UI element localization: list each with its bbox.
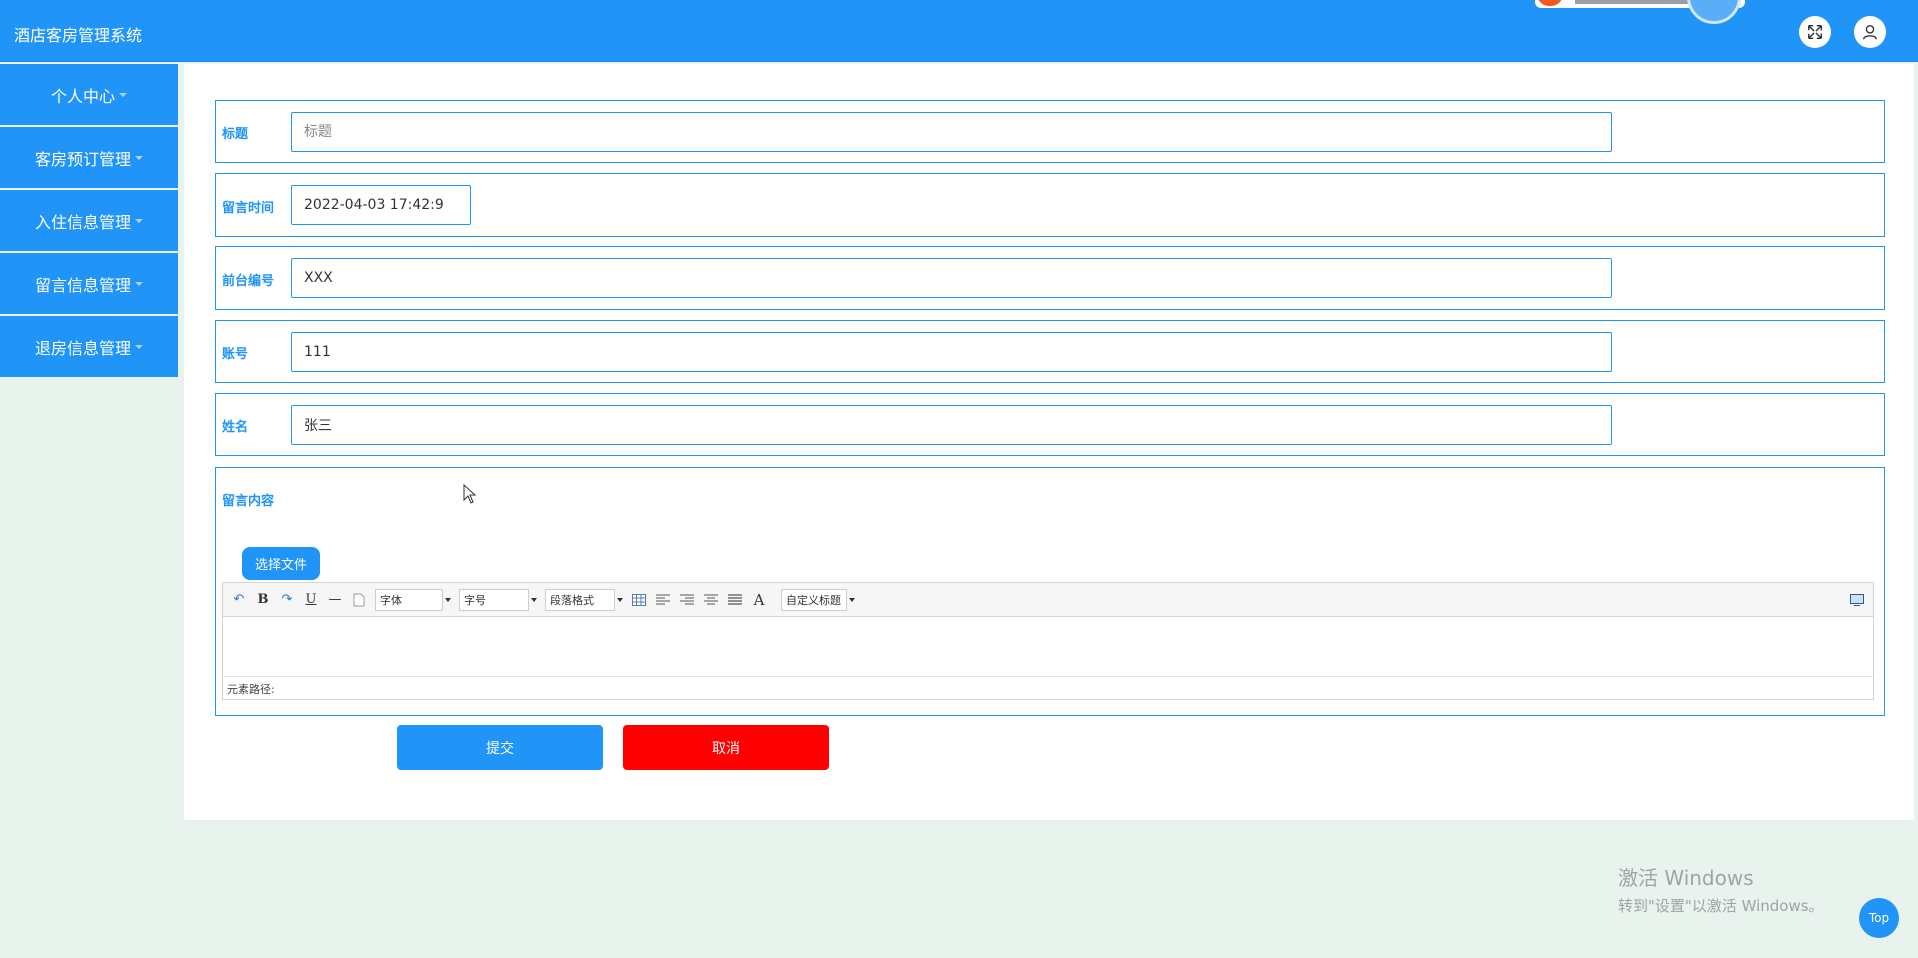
monitor-icon bbox=[1850, 593, 1864, 606]
name-input[interactable] bbox=[291, 405, 1612, 445]
sidebar-item-personal-center[interactable]: 个人中心 bbox=[0, 64, 178, 125]
sidebar-item-label: 客房预订管理 bbox=[34, 149, 131, 169]
grid-icon bbox=[632, 593, 646, 606]
undo-icon[interactable]: ↶ bbox=[229, 590, 249, 610]
user-menu-button[interactable] bbox=[1854, 16, 1886, 48]
horizontal-rule-button[interactable]: — bbox=[325, 590, 345, 610]
font-size-select[interactable]: 字号 bbox=[459, 588, 537, 611]
name-row: 姓名 bbox=[215, 393, 1885, 456]
preview-icon[interactable] bbox=[1847, 590, 1867, 610]
table-icon[interactable] bbox=[629, 590, 649, 610]
sidebar-item-checkin[interactable]: 入住信息管理 bbox=[0, 190, 178, 251]
time-row: 留言时间 bbox=[215, 173, 1885, 237]
redo-icon[interactable]: ↷ bbox=[277, 590, 297, 610]
watermark-line2: 转到"设置"以激活 Windows。 bbox=[1618, 897, 1824, 915]
user-icon bbox=[1863, 25, 1877, 40]
title-label: 标题 bbox=[222, 127, 249, 142]
main-content: 标题 留言时间 前台编号 账号 姓名 留言内容 选择文件 ↶ B ↷ U — bbox=[184, 64, 1914, 820]
cancel-button[interactable]: 取消 bbox=[623, 725, 829, 770]
mouse-cursor-icon bbox=[463, 484, 477, 504]
windows-activation-watermark: 激活 Windows 转到"设置"以激活 Windows。 bbox=[1618, 862, 1824, 916]
title-row: 标题 bbox=[215, 100, 1885, 163]
sidebar: 个人中心 客房预订管理 入住信息管理 留言信息管理 退房信息管理 bbox=[0, 64, 178, 379]
page-icon bbox=[353, 593, 365, 606]
time-input[interactable] bbox=[291, 185, 471, 225]
desk-number-row: 前台编号 bbox=[215, 246, 1885, 310]
editor-body[interactable] bbox=[223, 617, 1873, 677]
desk-number-label: 前台编号 bbox=[222, 274, 275, 289]
account-label: 账号 bbox=[222, 347, 249, 362]
submit-button[interactable]: 提交 bbox=[397, 725, 603, 770]
sidebar-item-room-booking[interactable]: 客房预订管理 bbox=[0, 127, 178, 188]
choose-file-button[interactable]: 选择文件 bbox=[242, 547, 320, 580]
content-label: 留言内容 bbox=[222, 494, 275, 509]
paragraph-format-select[interactable]: 段落格式 bbox=[545, 588, 623, 611]
caret-down-icon bbox=[135, 281, 143, 286]
custom-title-select[interactable]: 自定义标题 bbox=[781, 588, 855, 611]
title-input[interactable] bbox=[291, 112, 1612, 152]
sidebar-item-label: 退房信息管理 bbox=[34, 338, 131, 358]
align-center-icon[interactable] bbox=[701, 590, 721, 610]
account-input[interactable] bbox=[291, 332, 1612, 372]
sidebar-item-label: 入住信息管理 bbox=[34, 212, 131, 232]
sidebar-item-label: 个人中心 bbox=[50, 86, 115, 106]
ime-logo-icon bbox=[1537, 0, 1563, 6]
watermark-line1: 激活 Windows bbox=[1618, 866, 1754, 890]
bold-button[interactable]: B bbox=[253, 590, 273, 610]
name-label: 姓名 bbox=[222, 420, 249, 435]
editor-toolbar: ↶ B ↷ U — 字体 字号 段落格式 A 自定义标题 bbox=[223, 583, 1873, 617]
account-row: 账号 bbox=[215, 320, 1885, 383]
rich-text-editor: ↶ B ↷ U — 字体 字号 段落格式 A 自定义标题 元素路径: bbox=[222, 582, 1874, 700]
sidebar-item-label: 留言信息管理 bbox=[34, 275, 131, 295]
sidebar-item-checkout[interactable]: 退房信息管理 bbox=[0, 316, 178, 377]
editor-status-path: 元素路径: bbox=[223, 677, 1873, 699]
caret-down-icon bbox=[135, 155, 143, 160]
floating-avatar bbox=[1687, 0, 1741, 24]
font-family-select[interactable]: 字体 bbox=[375, 588, 451, 611]
back-to-top-button[interactable]: Top bbox=[1859, 898, 1899, 938]
sidebar-item-messages[interactable]: 留言信息管理 bbox=[0, 253, 178, 314]
content-row: 留言内容 选择文件 ↶ B ↷ U — 字体 字号 段落格式 A 自定义标题 元… bbox=[215, 467, 1885, 716]
caret-down-icon bbox=[135, 344, 143, 349]
align-left-icon[interactable] bbox=[653, 590, 673, 610]
expand-arrows-icon bbox=[1807, 24, 1823, 40]
top-bar: 酒店客房管理系统 bbox=[0, 0, 1918, 62]
fullscreen-button[interactable] bbox=[1799, 16, 1831, 48]
new-document-icon[interactable] bbox=[349, 590, 369, 610]
app-title: 酒店客房管理系统 bbox=[14, 26, 143, 45]
caret-down-icon bbox=[135, 218, 143, 223]
desk-number-input[interactable] bbox=[291, 258, 1612, 298]
time-label: 留言时间 bbox=[222, 201, 275, 216]
underline-button[interactable]: U bbox=[301, 590, 321, 610]
font-color-button[interactable]: A bbox=[749, 590, 769, 610]
caret-down-icon bbox=[119, 92, 127, 97]
align-justify-icon[interactable] bbox=[725, 590, 745, 610]
align-right-icon[interactable] bbox=[677, 590, 697, 610]
